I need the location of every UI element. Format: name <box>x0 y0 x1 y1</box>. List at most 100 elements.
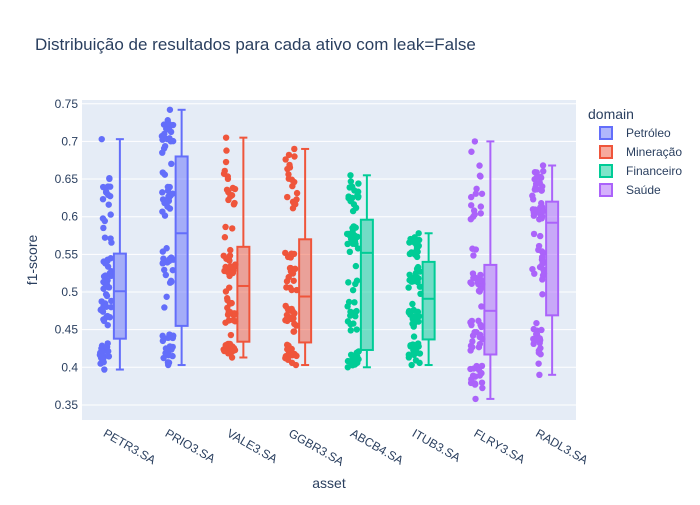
data-point <box>222 341 229 349</box>
data-point <box>535 360 542 367</box>
data-point <box>102 272 109 279</box>
data-point <box>411 312 418 320</box>
data-point <box>284 193 291 201</box>
data-point <box>347 327 354 334</box>
data-point <box>104 340 111 347</box>
data-point <box>105 201 112 208</box>
data-point <box>352 280 359 288</box>
data-point <box>223 186 231 193</box>
data-point <box>225 255 233 262</box>
data-point <box>533 319 540 327</box>
box-iqr <box>359 218 374 351</box>
data-point <box>221 167 228 175</box>
y-axis-title: f1-score <box>24 235 40 286</box>
data-point <box>162 345 170 352</box>
y-tick-label: 0.6 <box>61 210 78 224</box>
data-point <box>164 183 172 191</box>
chart-canvas: Distribuição de resultados para cada ati… <box>0 0 700 500</box>
data-point <box>285 175 293 182</box>
data-point <box>349 286 357 294</box>
data-point <box>416 359 423 367</box>
data-point <box>161 212 169 219</box>
data-point <box>477 321 484 329</box>
y-tick-label: 0.7 <box>61 134 78 148</box>
data-point <box>412 270 420 277</box>
chart-title: Distribuição de resultados para cada ati… <box>35 35 476 54</box>
data-point <box>349 207 357 215</box>
legend-label: Mineração <box>626 145 682 159</box>
data-point <box>536 371 543 379</box>
data-point <box>416 350 424 357</box>
data-point <box>470 252 477 259</box>
data-point <box>221 347 228 355</box>
data-point <box>227 193 234 200</box>
data-point <box>105 284 113 291</box>
data-point <box>98 298 105 305</box>
data-point <box>353 326 360 333</box>
data-point <box>405 307 413 315</box>
data-point <box>347 172 354 179</box>
data-point <box>355 193 362 200</box>
data-point <box>477 286 484 293</box>
legend-label: Financeiro <box>626 164 682 178</box>
data-point <box>475 343 483 351</box>
data-point <box>227 331 235 339</box>
data-point <box>350 320 357 327</box>
data-point <box>169 137 177 145</box>
legend-label: Petróleo <box>626 126 671 140</box>
data-point <box>410 323 417 330</box>
data-point <box>221 234 229 241</box>
data-point <box>159 332 166 340</box>
data-point <box>223 147 230 154</box>
data-point <box>469 343 476 351</box>
data-point <box>98 347 105 355</box>
data-point <box>476 333 483 341</box>
legend-swatch <box>599 145 613 159</box>
data-point <box>226 284 233 291</box>
data-point <box>103 292 111 300</box>
data-point <box>346 184 353 191</box>
data-point <box>99 215 107 222</box>
box-iqr <box>421 260 436 341</box>
data-point <box>161 304 168 311</box>
data-point <box>535 246 542 254</box>
data-point <box>471 329 478 336</box>
data-point <box>467 215 475 223</box>
data-point <box>101 234 109 241</box>
data-point <box>98 135 105 143</box>
data-point <box>227 246 234 254</box>
data-point <box>533 174 540 181</box>
y-tick-label: 0.55 <box>55 247 79 261</box>
data-point <box>536 335 544 342</box>
data-point <box>414 263 422 271</box>
data-point <box>346 248 354 256</box>
data-point <box>165 359 173 366</box>
legend-item: Financeiro <box>599 164 682 178</box>
data-point <box>409 236 417 244</box>
data-point <box>100 224 107 232</box>
data-point <box>410 333 418 340</box>
data-point <box>100 317 108 325</box>
data-point <box>477 210 484 217</box>
data-point <box>100 355 107 362</box>
data-point <box>107 211 114 218</box>
data-point <box>468 148 475 155</box>
data-point <box>282 302 289 310</box>
data-point <box>159 149 166 156</box>
data-point <box>169 352 176 360</box>
data-point <box>539 162 547 169</box>
data-point <box>224 175 232 183</box>
data-point <box>285 151 293 159</box>
data-point <box>409 300 416 308</box>
data-point <box>161 171 169 178</box>
data-point <box>291 320 298 328</box>
data-point <box>289 270 297 277</box>
data-point <box>102 260 109 267</box>
data-point <box>291 153 298 160</box>
box-iqr <box>112 252 127 340</box>
data-point <box>288 286 295 294</box>
data-point <box>353 234 360 241</box>
data-point <box>539 276 546 283</box>
data-point <box>166 257 173 265</box>
data-point <box>290 328 298 335</box>
